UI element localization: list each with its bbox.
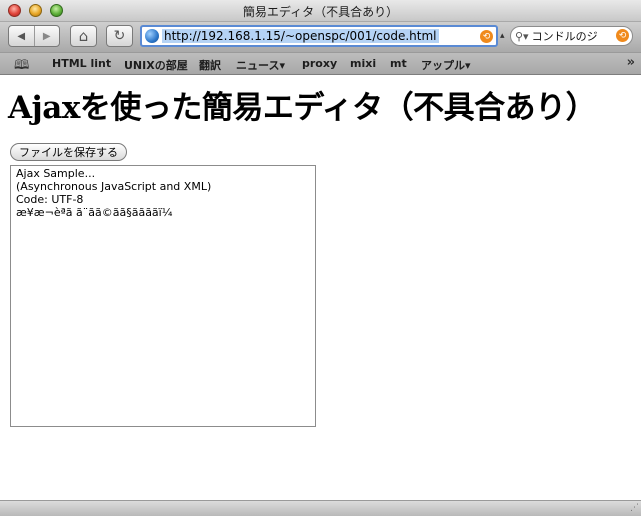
search-snapback-icon[interactable]: ⟲ [616,29,629,42]
search-text[interactable]: コンドルのジ [532,28,598,44]
address-url[interactable]: http://192.168.1.15/~openspc/001/code.ht… [162,29,439,43]
bookmark-news-menu[interactable]: ニュース▾ [236,57,285,73]
bookmark-html-lint[interactable]: HTML lint [52,57,111,70]
bookmarks-bar: 🕮 HTML lint UNIXの部屋 翻訳 ニュース▾ proxy mixi … [0,52,641,75]
snapback-icon[interactable]: ⟲ [480,30,493,43]
bookmark-apple-menu[interactable]: アップル▾ [421,57,471,73]
window-titlebar: 簡易エディタ（不具合あり） [0,0,641,22]
search-field[interactable]: ⚲▾ コンドルのジ ⟲ [510,26,633,46]
forward-arrow-icon: ▶ [42,30,51,42]
browser-toolbar: ◀ ▶ ⌂ ↻ http://192.168.1.15/~openspc/001… [0,22,641,52]
bookmarks-overflow-icon[interactable]: » [627,55,635,70]
back-arrow-icon: ◀ [17,30,26,42]
bookmark-proxy[interactable]: proxy [302,57,337,70]
save-file-button[interactable]: ファイルを保存する [10,143,127,161]
back-button[interactable]: ◀ [9,26,34,46]
status-bar: ⋰ [0,500,641,516]
search-icon: ⚲▾ [515,29,529,43]
back-forward-buttons: ◀ ▶ [8,25,60,47]
home-icon: ⌂ [78,27,89,45]
address-dropdown-icon[interactable]: ▴ [500,31,505,41]
resize-grip-icon[interactable]: ⋰ [630,503,639,513]
bookmarks-book-icon[interactable]: 🕮 [14,56,29,78]
reload-button[interactable]: ↻ [106,25,133,47]
globe-icon [145,29,159,43]
page-title: Ajaxを使った簡易エディタ（不具合あり） [8,90,597,126]
home-button[interactable]: ⌂ [70,25,97,47]
bookmark-mt[interactable]: mt [390,57,407,70]
bookmark-mixi[interactable]: mixi [350,57,376,70]
forward-button[interactable]: ▶ [33,26,60,46]
window-title: 簡易エディタ（不具合あり） [242,5,399,19]
bookmark-unix-room[interactable]: UNIXの部屋 [124,57,188,73]
bookmark-translate[interactable]: 翻訳 [199,57,221,73]
address-bar[interactable]: http://192.168.1.15/~openspc/001/code.ht… [140,25,498,47]
editor-textarea[interactable]: Ajax Sample... (Asynchronous JavaScript … [10,165,316,427]
reload-icon: ↻ [113,28,126,44]
